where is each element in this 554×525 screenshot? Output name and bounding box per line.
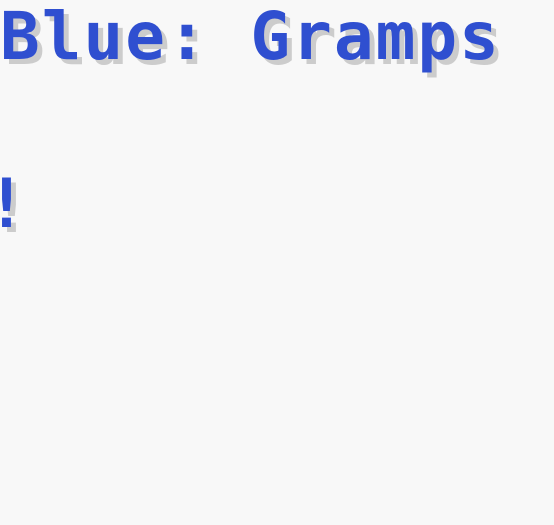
dialogue-speaker-line: Blue: Gramps [0, 0, 501, 75]
dialogue-second-line: ! [0, 165, 29, 245]
dialogue-box[interactable]: Blue: Gramps ! [0, 0, 554, 525]
